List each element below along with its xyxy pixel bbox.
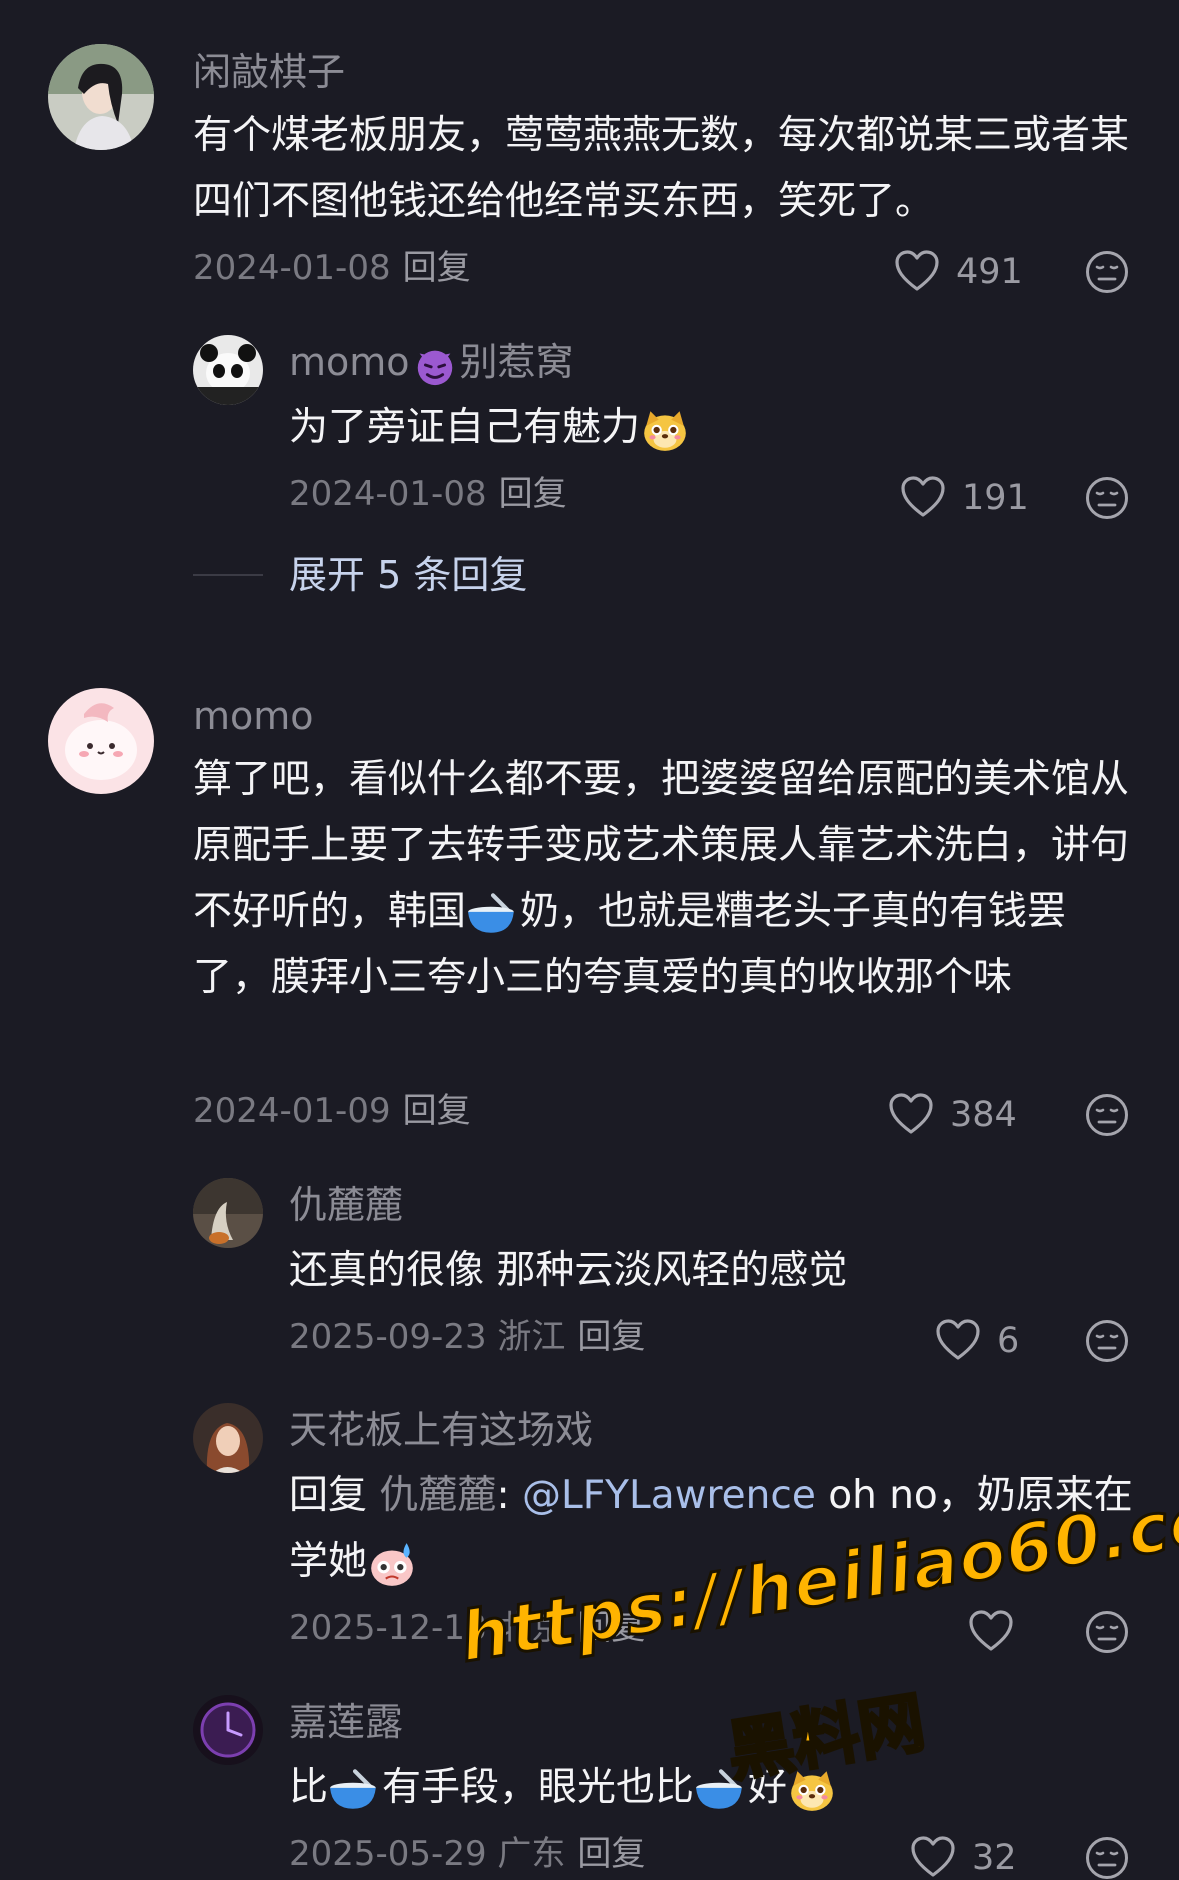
reply-text: 为了旁证自己有魅力: [289, 395, 1129, 461]
dislike-icon[interactable]: [1085, 1319, 1129, 1363]
comment-text: 算了吧，看似什么都不要，把婆婆留给原配的美术馆从原配手上要了去转手变成艺术策展人…: [193, 757, 1130, 1000]
like-count: 491: [956, 252, 1023, 292]
reply-location: 广东: [497, 1834, 566, 1874]
like-icon[interactable]: [894, 250, 940, 292]
reply-avatar[interactable]: [193, 1178, 263, 1248]
comment-username[interactable]: 闲敲棋子: [193, 50, 345, 94]
like-icon[interactable]: [910, 1836, 956, 1878]
smiling-devil-emoji: [412, 342, 458, 388]
dislike-icon[interactable]: [1085, 1093, 1129, 1137]
expand-replies-button[interactable]: 展开 5 条回复: [289, 553, 527, 597]
reply-username[interactable]: 嘉莲露: [289, 1700, 403, 1744]
reply-date: 2025-09-23: [289, 1317, 487, 1357]
reply-avatar[interactable]: [193, 1403, 263, 1473]
reply-username[interactable]: momo 别惹窝: [289, 340, 574, 388]
like-icon[interactable]: [968, 1610, 1014, 1652]
reply-text: 还真的很像 那种云淡风轻的感觉: [289, 1248, 848, 1293]
dislike-icon[interactable]: [1085, 1610, 1129, 1654]
like-count: 6: [997, 1321, 1020, 1361]
reply-button[interactable]: 回复: [499, 474, 567, 514]
expand-divider: [193, 574, 263, 576]
comment-date: 2024-01-09: [193, 1091, 391, 1131]
reply-username[interactable]: 天花板上有这场戏: [289, 1408, 593, 1452]
comment-username[interactable]: momo: [193, 694, 314, 738]
reply-prefix: 回复: [289, 1473, 368, 1518]
reply-meta: 2025-05-29 广东 回复: [289, 1834, 645, 1874]
reply-avatar[interactable]: [193, 1695, 263, 1765]
reply-button[interactable]: 回复: [403, 1091, 471, 1131]
avatar-1[interactable]: [48, 44, 154, 150]
comment-date: 2024-01-08: [193, 248, 391, 288]
like-icon[interactable]: [935, 1319, 981, 1361]
sweat-face-emoji: [367, 1539, 417, 1589]
dog-face-emoji: [640, 405, 690, 455]
like-icon[interactable]: [900, 476, 946, 518]
dislike-icon[interactable]: [1085, 1836, 1129, 1880]
dislike-icon[interactable]: [1085, 250, 1129, 294]
reply-date: 2025-05-29: [289, 1834, 487, 1874]
reply-username[interactable]: 仇麓麓: [289, 1183, 403, 1227]
like-count: 384: [950, 1095, 1017, 1135]
reply-avatar[interactable]: [193, 335, 263, 405]
like-count: 191: [962, 478, 1029, 518]
reply-button[interactable]: 回复: [577, 1317, 645, 1357]
reply-text: 比有手段，眼光也比好: [289, 1755, 1149, 1821]
like-icon[interactable]: [888, 1093, 934, 1135]
comment-text: 有个煤老板朋友，莺莺燕燕无数，每次都说某三或者某四们不图他钱还给他经常买东西，笑…: [193, 113, 1130, 224]
dislike-icon[interactable]: [1085, 476, 1129, 520]
comment-meta: 2024-01-09 回复: [193, 1091, 471, 1131]
comment-meta: 2024-01-08 回复: [193, 248, 471, 288]
reply-to-user[interactable]: 仇麓麓: [379, 1473, 496, 1518]
bowl-with-spoon-emoji: [328, 1767, 382, 1813]
bowl-with-spoon-emoji: [466, 891, 520, 937]
reply-button[interactable]: 回复: [577, 1834, 645, 1874]
reply-meta: 2024-01-08 回复: [289, 474, 567, 514]
reply-location: 浙江: [497, 1317, 566, 1357]
like-count: 32: [972, 1838, 1017, 1878]
mention-link[interactable]: @LFYLawrence: [522, 1473, 816, 1518]
avatar-2[interactable]: [48, 688, 154, 794]
reply-meta: 2025-09-23 浙江 回复: [289, 1317, 645, 1357]
reply-button[interactable]: 回复: [403, 248, 471, 288]
reply-date: 2024-01-08: [289, 474, 487, 514]
